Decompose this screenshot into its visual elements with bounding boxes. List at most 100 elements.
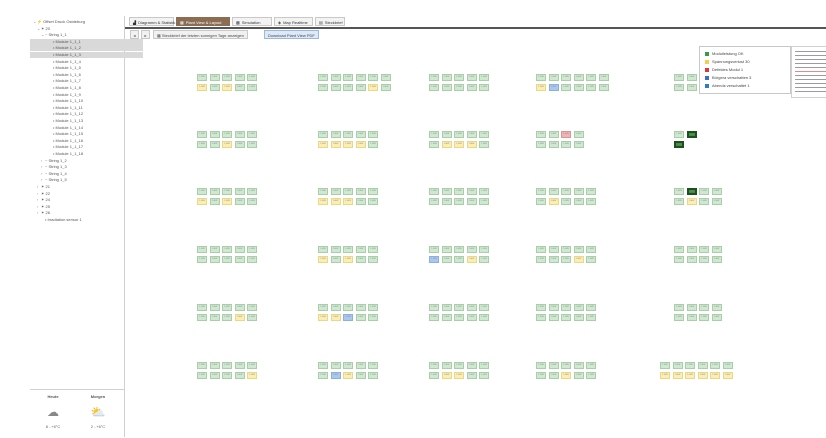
solar-module-panel[interactable]: 1.0kW (441, 74, 452, 81)
solar-module-panel[interactable]: 1.0kW (686, 131, 697, 138)
tree-item[interactable]: › ✶ 24 (30, 197, 131, 203)
solar-module-panel[interactable]: 1.0kW (686, 304, 697, 311)
solar-module-panel[interactable]: 1.0kW (711, 304, 722, 311)
solar-module-panel[interactable]: 1.0kW (466, 84, 477, 91)
solar-module-panel[interactable]: 1.0kW (247, 74, 257, 81)
solar-module-panel[interactable]: 1.0kW (710, 372, 720, 379)
solar-module-panel[interactable]: 1.0kW (697, 362, 708, 369)
tree-item[interactable]: › ~ String 1_2 (30, 158, 135, 164)
solar-module-panel[interactable]: 1.0kW (429, 372, 439, 379)
solar-module-panel[interactable]: 1.0kW (247, 84, 257, 91)
solar-module-panel[interactable]: 1.0kW (441, 256, 452, 263)
solar-module-panel[interactable]: 1.0kW (247, 141, 257, 148)
solar-module-panel[interactable]: 1.0kW (548, 141, 559, 148)
tree-item[interactable]: › ~ String 1_4 (30, 171, 135, 177)
solar-module-panel[interactable]: 1.0kW (429, 314, 439, 321)
solar-module-panel[interactable]: 1.0kW (197, 246, 207, 253)
solar-module-panel[interactable]: 1.0kW (429, 84, 439, 91)
solar-module-panel[interactable]: 1.0kW (234, 314, 245, 321)
solar-module-panel[interactable]: 1.0kW (197, 74, 207, 81)
solar-module-panel[interactable]: 1.0kW (561, 131, 571, 138)
solar-module-panel[interactable]: 1.0kW (222, 141, 232, 148)
solar-module-panel[interactable]: 1.0kW (368, 188, 378, 195)
solar-module-panel[interactable]: 1.0kW (234, 84, 245, 91)
solar-module-panel[interactable]: 1.0kW (429, 256, 439, 263)
solar-module-panel[interactable]: 1.0kW (234, 256, 245, 263)
solar-module-panel[interactable]: 1.0kW (343, 362, 353, 369)
solar-module-panel[interactable]: 1.0kW (561, 304, 571, 311)
solar-module-panel[interactable]: 1.0kW (699, 256, 709, 263)
solar-module-panel[interactable]: 1.0kW (330, 84, 341, 91)
solar-module-panel[interactable]: 1.0kW (209, 198, 220, 205)
solar-module-panel[interactable]: 1.0kW (222, 362, 232, 369)
solar-module-panel[interactable]: 1.0kW (209, 314, 220, 321)
solar-module-panel[interactable]: 1.0kW (454, 198, 464, 205)
solar-module-panel[interactable]: 1.0kW (368, 362, 378, 369)
solar-module-panel[interactable]: 1.0kW (380, 74, 391, 81)
solar-module-panel[interactable]: 1.0kW (561, 362, 571, 369)
solar-module-panel[interactable]: 1.0kW (536, 74, 546, 81)
solar-module-panel[interactable]: 1.0kW (197, 188, 207, 195)
solar-module-panel[interactable]: 1.0kW (454, 304, 464, 311)
solar-module-panel[interactable]: 1.0kW (343, 198, 353, 205)
solar-module-panel[interactable]: 1.0kW (429, 198, 439, 205)
solar-module-panel[interactable]: 1.0kW (466, 188, 477, 195)
solar-module-panel[interactable]: 1.0kW (536, 131, 546, 138)
solar-module-panel[interactable]: 1.0kW (660, 372, 670, 379)
solar-module-panel[interactable]: 1.0kW (355, 372, 366, 379)
solar-module-panel[interactable]: 1.0kW (586, 188, 596, 195)
solar-module-panel[interactable]: 1.0kW (466, 304, 477, 311)
solar-module-panel[interactable]: 1.0kW (561, 372, 571, 379)
solar-module-panel[interactable]: 1.0kW (247, 246, 257, 253)
tab-1[interactable]: ▟ Diagramm & Statistik (129, 17, 175, 26)
solar-module-panel[interactable]: 1.0kW (573, 256, 584, 263)
tree-item[interactable]: › ✶ 21 (30, 184, 131, 190)
solar-module-panel[interactable]: 1.0kW (209, 256, 220, 263)
solar-module-panel[interactable]: 1.0kW (318, 304, 328, 311)
solar-module-panel[interactable]: 1.0kW (548, 246, 559, 253)
solar-module-panel[interactable]: 1.0kW (454, 256, 464, 263)
solar-module-panel[interactable]: 1.0kW (209, 246, 220, 253)
solar-module-panel[interactable]: 1.0kW (686, 198, 697, 205)
solar-module-panel[interactable]: 1.0kW (234, 304, 245, 311)
solar-module-panel[interactable]: 1.0kW (454, 362, 464, 369)
solar-module-panel[interactable]: 1.0kW (536, 362, 546, 369)
solar-module-panel[interactable]: 1.0kW (586, 256, 596, 263)
solar-module-panel[interactable]: 1.0kW (343, 246, 353, 253)
solar-module-panel[interactable]: 1.0kW (429, 188, 439, 195)
solar-module-panel[interactable]: 1.0kW (318, 372, 328, 379)
tab-4[interactable]: ◈ Map Realtime (274, 17, 313, 26)
solar-module-panel[interactable]: 1.0kW (355, 141, 366, 148)
solar-module-panel[interactable]: 1.0kW (209, 372, 220, 379)
solar-module-panel[interactable]: 1.0kW (355, 304, 366, 311)
solar-module-panel[interactable]: 1.0kW (318, 141, 328, 148)
solar-module-panel[interactable]: 1.0kW (586, 304, 596, 311)
solar-module-panel[interactable]: 1.0kW (699, 304, 709, 311)
solar-module-panel[interactable]: 1.0kW (429, 362, 439, 369)
solar-module-panel[interactable]: 1.0kW (441, 372, 452, 379)
solar-module-panel[interactable]: 1.0kW (686, 188, 697, 195)
solar-module-panel[interactable]: 1.0kW (573, 246, 584, 253)
solar-module-panel[interactable]: 1.0kW (674, 314, 684, 321)
solar-module-panel[interactable]: 1.0kW (441, 198, 452, 205)
solar-module-panel[interactable]: 1.0kW (674, 256, 684, 263)
solar-module-panel[interactable]: 1.0kW (330, 131, 341, 138)
solar-module-panel[interactable]: 1.0kW (222, 74, 232, 81)
solar-module-panel[interactable]: 1.0kW (441, 188, 452, 195)
solar-module-panel[interactable]: 1.0kW (697, 372, 708, 379)
solar-module-panel[interactable]: 1.0kW (330, 362, 341, 369)
solar-module-panel[interactable]: 1.0kW (330, 256, 341, 263)
solar-module-panel[interactable]: 1.0kW (454, 246, 464, 253)
solar-module-panel[interactable]: 1.0kW (197, 84, 207, 91)
solar-module-panel[interactable]: 1.0kW (343, 256, 353, 263)
solar-module-panel[interactable]: 1.0kW (222, 256, 232, 263)
solar-module-panel[interactable]: 1.0kW (368, 74, 378, 81)
solar-module-panel[interactable]: 1.0kW (711, 246, 722, 253)
solar-module-panel[interactable]: 1.0kW (222, 372, 232, 379)
solar-module-panel[interactable]: 1.0kW (318, 256, 328, 263)
solar-module-panel[interactable]: 1.0kW (699, 314, 709, 321)
tree-item[interactable]: › ~ String 1_5 (30, 177, 135, 183)
tree-item[interactable]: › ✶ 25 (30, 204, 131, 210)
solar-module-panel[interactable]: 1.0kW (598, 84, 609, 91)
solar-module-panel[interactable]: 1.0kW (586, 84, 596, 91)
